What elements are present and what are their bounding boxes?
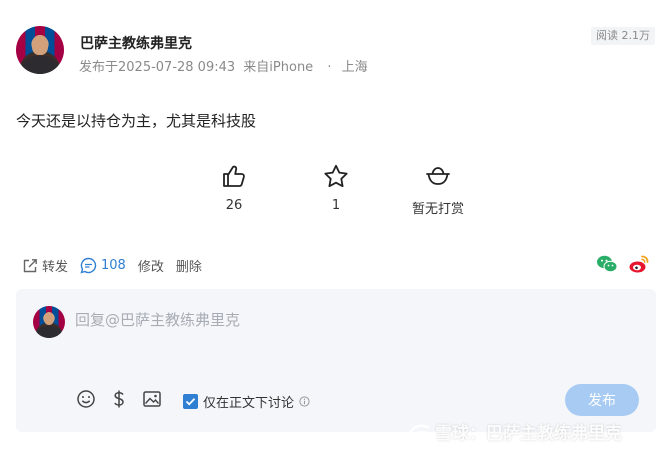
watermark-name: 巴萨主教练弗里克 xyxy=(486,424,622,444)
ingot-icon xyxy=(426,167,450,185)
check-icon xyxy=(185,398,196,406)
reply-tools xyxy=(76,389,175,409)
share-icon xyxy=(23,258,37,272)
delete-button[interactable]: 删除 xyxy=(176,256,202,275)
discuss-under-post-option[interactable]: 仅在正文下讨论 xyxy=(183,392,310,411)
post-content: 今天还是以持仓为主，尤其是科技股 xyxy=(16,112,257,130)
thumbs-up-icon xyxy=(223,165,245,187)
emoji-icon[interactable] xyxy=(76,389,96,409)
delete-label: 删除 xyxy=(175,260,202,275)
like-count: 26 xyxy=(225,198,243,213)
author-name[interactable]: 巴萨主教练弗里克 xyxy=(80,33,192,53)
post-location: 上海 xyxy=(341,60,368,75)
publish-time: 发布于2025-07-28 09:43 xyxy=(79,60,236,75)
post-toolbar: 转发 108 修改 删除 xyxy=(22,256,214,275)
info-icon[interactable] xyxy=(299,396,310,407)
meta-separator: · xyxy=(327,60,332,75)
favorite-button[interactable]: 1 xyxy=(291,164,381,213)
comment-count: 108 xyxy=(101,258,126,273)
watermark: 雪球： 巴萨主教练弗里克 xyxy=(407,419,622,444)
comments-button[interactable]: 108 xyxy=(80,257,126,274)
favorite-count: 1 xyxy=(331,198,341,213)
repost-button[interactable]: 转发 xyxy=(22,256,68,275)
reply-avatar xyxy=(33,306,65,338)
post-source: 来自iPhone xyxy=(243,60,314,75)
reply-input[interactable]: 回复@巴萨主教练弗里克 xyxy=(75,309,240,330)
repost-label: 转发 xyxy=(42,260,69,275)
share-icons xyxy=(596,253,660,275)
reward-label: 暂无打赏 xyxy=(411,202,464,217)
discuss-checkbox-label: 仅在正文下讨论 xyxy=(203,396,295,411)
dollar-icon[interactable] xyxy=(109,389,129,409)
read-count-badge: 阅读 2.1万 xyxy=(591,27,655,45)
comment-icon xyxy=(80,257,97,274)
snowball-logo-icon xyxy=(408,424,430,439)
author-avatar[interactable] xyxy=(16,26,64,74)
publish-button[interactable]: 发布 xyxy=(565,384,639,416)
watermark-prefix: 雪球： xyxy=(435,424,486,444)
weibo-icon[interactable] xyxy=(628,253,650,275)
reward-button[interactable]: 暂无打赏 xyxy=(393,164,483,217)
like-button[interactable]: 26 xyxy=(189,164,279,213)
edit-label: 修改 xyxy=(137,260,164,275)
wechat-icon[interactable] xyxy=(596,253,618,275)
discuss-checkbox[interactable] xyxy=(183,394,198,409)
image-icon[interactable] xyxy=(142,389,162,409)
edit-button[interactable]: 修改 xyxy=(138,256,164,275)
star-icon xyxy=(324,164,348,188)
post-meta: 发布于2025-07-28 09:43 来自iPhone · 上海 xyxy=(79,56,372,75)
